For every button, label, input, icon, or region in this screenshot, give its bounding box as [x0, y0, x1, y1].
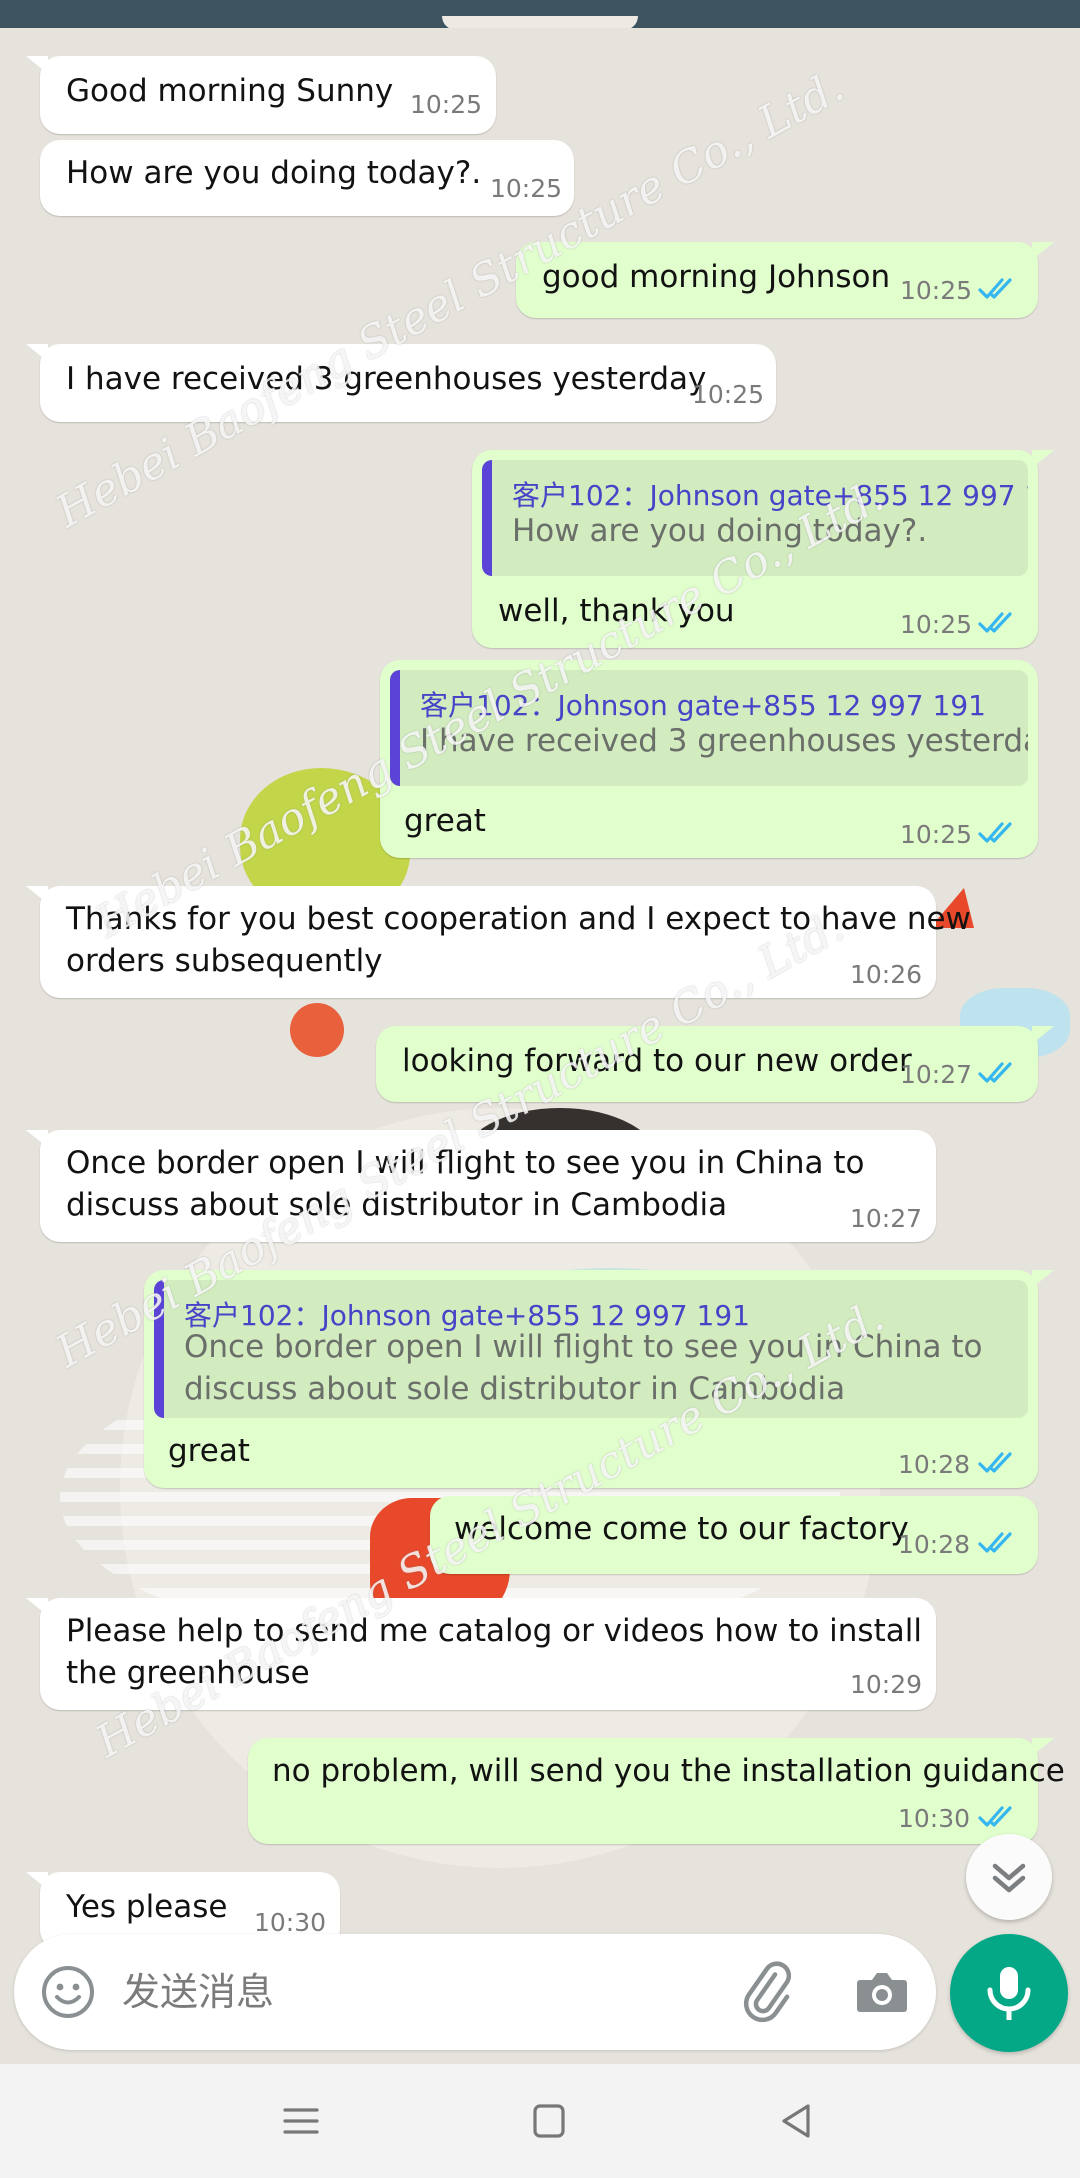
- incoming-message[interactable]: Thanks for you best cooperation and I ex…: [26, 886, 971, 998]
- smiley-icon[interactable]: [40, 1964, 96, 2020]
- message-time: 10:25: [410, 90, 483, 119]
- message-text: How are you doing today?.: [66, 155, 482, 191]
- square-icon[interactable]: [524, 2096, 574, 2146]
- outgoing-message[interactable]: no problem, will send you the installati…: [248, 1738, 1065, 1844]
- message-text-line: orders subsequently: [66, 943, 383, 979]
- quote-author: 客户102：Johnson gate+855 12 997 191: [512, 479, 1028, 512]
- incoming-message[interactable]: I have received 3 greenhouses yesterday …: [26, 344, 776, 422]
- incoming-message[interactable]: Good morning Sunny 10:25: [26, 56, 496, 134]
- message-time: 10:25: [900, 820, 973, 849]
- double-chevron-down-icon: [992, 1863, 1026, 1893]
- message-time: 10:28: [898, 1450, 971, 1479]
- incoming-message[interactable]: Once border open I will flight to see yo…: [26, 1130, 936, 1242]
- paperclip-icon[interactable]: [736, 1960, 800, 2024]
- double-check-icon: [978, 1062, 1012, 1083]
- message-time: 10:27: [900, 1060, 973, 1089]
- camera-icon[interactable]: [852, 1962, 912, 2022]
- message-time: 10:27: [850, 1204, 923, 1233]
- message-text: good morning Johnson: [542, 259, 891, 295]
- outgoing-reply-message[interactable]: 客户102：Johnson gate+855 12 997 191 Once b…: [144, 1270, 1054, 1488]
- message-text: no problem, will send you the installati…: [272, 1753, 1065, 1789]
- message-time: 10:25: [900, 276, 973, 305]
- outgoing-reply-message[interactable]: 客户102：Johnson gate+855 12 997 191 I have…: [380, 660, 1038, 858]
- message-text: Good morning Sunny: [66, 73, 394, 109]
- quote-text: How are you doing today?.: [512, 513, 928, 549]
- message-time: 10:25: [490, 174, 563, 203]
- quote-text: I have received 3 greenhouses yesterday: [420, 723, 1028, 759]
- back-triangle-icon[interactable]: [772, 2096, 822, 2146]
- scroll-to-bottom-button[interactable]: [966, 1834, 1052, 1920]
- message-text-line: Once border open I will flight to see yo…: [66, 1145, 865, 1181]
- double-check-icon: [978, 278, 1012, 299]
- message-time: 10:30: [898, 1804, 971, 1833]
- message-text: Yes please: [66, 1889, 228, 1925]
- message-input[interactable]: [122, 1964, 722, 2020]
- message-text-line: Please help to send me catalog or videos…: [66, 1613, 922, 1649]
- message-time: 10:25: [692, 380, 765, 409]
- outgoing-message[interactable]: good morning Johnson 10:25: [516, 242, 1054, 318]
- message-text: I have received 3 greenhouses yesterday: [66, 361, 707, 397]
- message-time: 10:25: [900, 610, 973, 639]
- message-text: looking forward to our new order: [402, 1043, 912, 1079]
- incoming-message[interactable]: Please help to send me catalog or videos…: [26, 1598, 936, 1710]
- message-time: 10:30: [254, 1908, 327, 1937]
- double-check-icon: [978, 822, 1012, 843]
- message-text: well, thank you: [498, 593, 735, 629]
- quoted-message[interactable]: 客户102：Johnson gate+855 12 997 191 I have…: [390, 670, 1028, 786]
- quote-text-line: Once border open I will flight to see yo…: [184, 1329, 983, 1365]
- message-text: welcome come to our factory: [454, 1511, 909, 1547]
- quoted-message[interactable]: 客户102：Johnson gate+855 12 997 191 Once b…: [154, 1280, 1028, 1418]
- message-text-line: the greenhouse: [66, 1655, 310, 1691]
- outgoing-reply-message[interactable]: 客户102：Johnson gate+855 12 997 191 How ar…: [472, 450, 1054, 648]
- incoming-message[interactable]: How are you doing today?. 10:25: [40, 140, 574, 216]
- message-text: great: [404, 803, 486, 839]
- status-bar: [0, 0, 1080, 30]
- message-composer: [14, 1934, 936, 2050]
- message-text-line: discuss about sole distributor in Cambod…: [66, 1187, 728, 1223]
- double-check-icon: [978, 1532, 1012, 1553]
- quote-author: 客户102：Johnson gate+855 12 997 191: [420, 689, 986, 722]
- message-text: great: [168, 1433, 250, 1469]
- message-time: 10:28: [898, 1530, 971, 1559]
- message-text-line: Thanks for you best cooperation and I ex…: [66, 901, 971, 937]
- message-time: 10:26: [850, 960, 923, 989]
- microphone-icon: [987, 1967, 1031, 2020]
- outgoing-message[interactable]: looking forward to our new order 10:27: [376, 1026, 1054, 1102]
- message-time: 10:29: [850, 1670, 923, 1699]
- double-check-icon: [978, 1452, 1012, 1473]
- quoted-message[interactable]: 客户102：Johnson gate+855 12 997 191 How ar…: [482, 460, 1028, 576]
- menu-icon[interactable]: [276, 2096, 326, 2146]
- quote-text-line: discuss about sole distributor in Cambod…: [184, 1371, 846, 1407]
- double-check-icon: [978, 612, 1012, 633]
- system-nav-bar: [0, 2064, 1080, 2178]
- double-check-icon: [978, 1806, 1012, 1827]
- outgoing-message[interactable]: welcome come to our factory 10:28: [430, 1496, 1038, 1574]
- voice-record-button[interactable]: [950, 1934, 1068, 2052]
